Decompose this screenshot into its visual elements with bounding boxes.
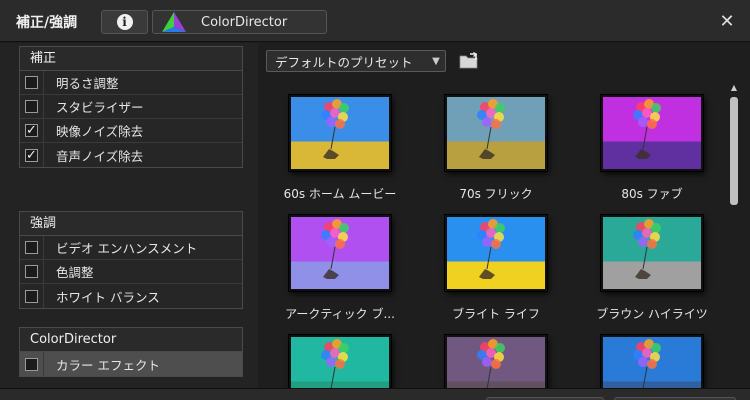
checkbox-box	[25, 289, 38, 303]
checkmark-icon: ✓	[25, 147, 38, 163]
checklist-label: 色調整	[56, 265, 94, 280]
preset-thumbnail[interactable]	[445, 95, 547, 171]
balloon-photo	[633, 219, 661, 279]
checklist-label: 音声ノイズ除去	[56, 148, 144, 164]
checkbox-box	[25, 241, 38, 254]
group-header: 補正	[20, 47, 242, 71]
checkbox-box	[25, 265, 38, 278]
group-enhance: 強調 ビデオ エンハンスメント 色調整ホワイト バランス	[19, 211, 243, 309]
save-preset-icon[interactable]	[458, 51, 480, 71]
checklist-row[interactable]: ビデオ エンハンスメント	[20, 235, 242, 260]
checkbox[interactable]	[20, 352, 44, 376]
checklist-row[interactable]: カラー エフェクト	[20, 352, 242, 376]
title-bar: 補正/強調 i ColorDirector ✕	[0, 0, 750, 42]
chevron-down-icon: ▼	[432, 55, 440, 67]
bottom-bar	[0, 388, 750, 400]
group-header: ColorDirector	[20, 328, 242, 352]
checkbox-box	[25, 357, 38, 371]
checkbox[interactable]	[20, 259, 44, 284]
checkbox[interactable]	[20, 94, 44, 119]
checklist-row[interactable]: スタビライザー	[20, 94, 242, 119]
checkbox[interactable]	[20, 235, 44, 260]
checklist-label: ホワイト バランス	[56, 289, 160, 305]
scrollbar-thumb[interactable]	[730, 97, 738, 205]
balloon-photo	[477, 219, 505, 279]
checklist-row[interactable]: 明るさ調整	[20, 70, 242, 95]
checklist-row[interactable]: ✓ 音声ノイズ除去	[20, 143, 242, 167]
checklist-label: スタビライザー	[56, 100, 144, 115]
preset-thumbnail[interactable]	[445, 215, 547, 291]
preset-label: アークティック ブ...	[285, 307, 395, 321]
balloon-photo	[321, 219, 349, 279]
colordirector-label: ColorDirector	[201, 14, 288, 30]
colordirector-button[interactable]: ColorDirector	[152, 10, 327, 34]
balloon-photo	[633, 99, 661, 159]
preset-dropdown[interactable]: デフォルトのプリセット ▼	[266, 50, 446, 72]
left-panel: 補正 明るさ調整スタビライザー ✓ 映像ノイズ除去 ✓ 音声ノイズ除去 強調 ビデオ エ…	[0, 43, 258, 388]
checkbox[interactable]	[20, 70, 44, 95]
group-correction: 補正 明るさ調整スタビライザー ✓ 映像ノイズ除去 ✓ 音声ノイズ除去	[19, 46, 243, 168]
preset-thumbnail[interactable]	[601, 95, 703, 171]
info-button[interactable]: i	[101, 10, 148, 34]
preset-thumbnail[interactable]	[289, 215, 391, 291]
checkbox[interactable]	[20, 284, 44, 308]
preset-thumbnail[interactable]	[601, 215, 703, 291]
close-button[interactable]: ✕	[716, 10, 738, 32]
checklist-label: 明るさ調整	[56, 76, 119, 91]
preset-thumbnail[interactable]	[289, 95, 391, 171]
checklist-row[interactable]: 色調整	[20, 259, 242, 284]
group-colordirector: ColorDirector カラー エフェクト	[19, 327, 243, 377]
preset-label: 70s フリック	[459, 187, 533, 201]
checklist-label: ビデオ エンハンスメント	[56, 241, 198, 256]
close-icon: ✕	[719, 10, 735, 32]
checkbox-box	[25, 100, 38, 113]
checkmark-icon: ✓	[25, 123, 38, 138]
balloon-photo	[477, 99, 505, 159]
scrollbar[interactable]: ▲	[728, 83, 740, 383]
window-title: 補正/強調	[16, 15, 78, 31]
preset-label: ブライト ライフ	[452, 307, 540, 321]
balloon-photo	[321, 99, 349, 159]
preset-label: 60s ホーム ムービー	[283, 187, 397, 201]
group-header: 強調	[20, 212, 242, 236]
checkbox[interactable]: ✓	[20, 118, 44, 143]
preset-label: 80s ファブ	[621, 187, 683, 201]
checkbox-box	[25, 76, 38, 89]
checkbox[interactable]: ✓	[20, 143, 44, 167]
checklist-row[interactable]: ✓ 映像ノイズ除去	[20, 118, 242, 143]
info-icon: i	[116, 14, 133, 30]
preset-selected-value: デフォルトのプリセット	[275, 54, 413, 70]
checklist-label: 映像ノイズ除去	[56, 124, 144, 139]
checklist-row[interactable]: ホワイト バランス	[20, 284, 242, 308]
colordirector-logo-icon	[162, 12, 186, 32]
checklist-label: カラー エフェクト	[56, 357, 160, 373]
preset-label: ブラウン ハイライツ	[596, 307, 708, 321]
scroll-up-icon[interactable]: ▲	[728, 83, 740, 93]
